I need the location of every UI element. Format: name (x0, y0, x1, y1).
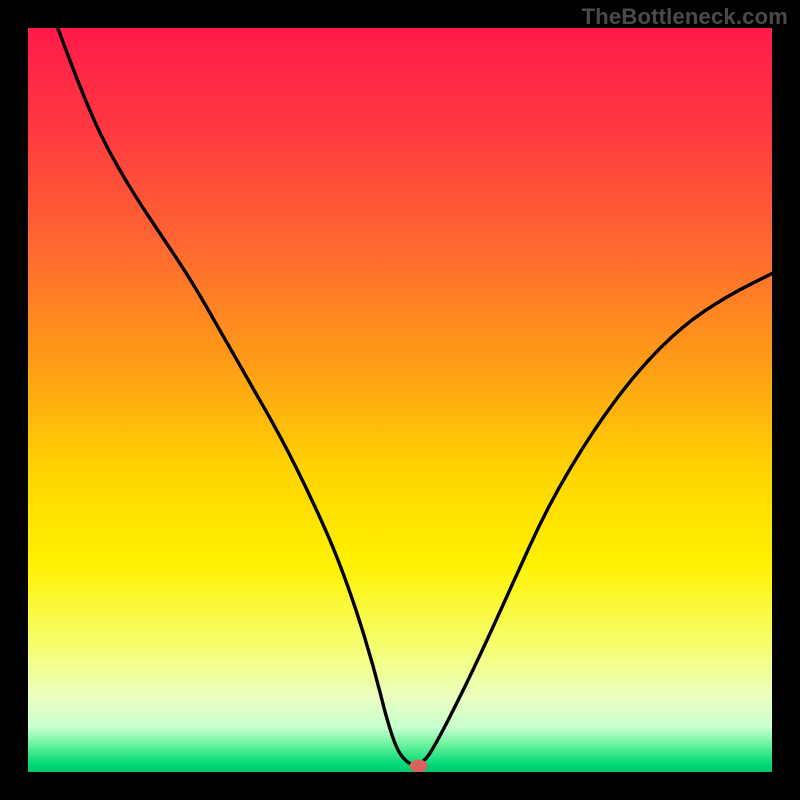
plot-area (28, 28, 772, 772)
optimal-marker (410, 760, 428, 772)
gradient-background (28, 28, 772, 772)
bottleneck-chart (28, 28, 772, 772)
watermark-text: TheBottleneck.com (582, 4, 788, 30)
chart-frame: TheBottleneck.com (0, 0, 800, 800)
